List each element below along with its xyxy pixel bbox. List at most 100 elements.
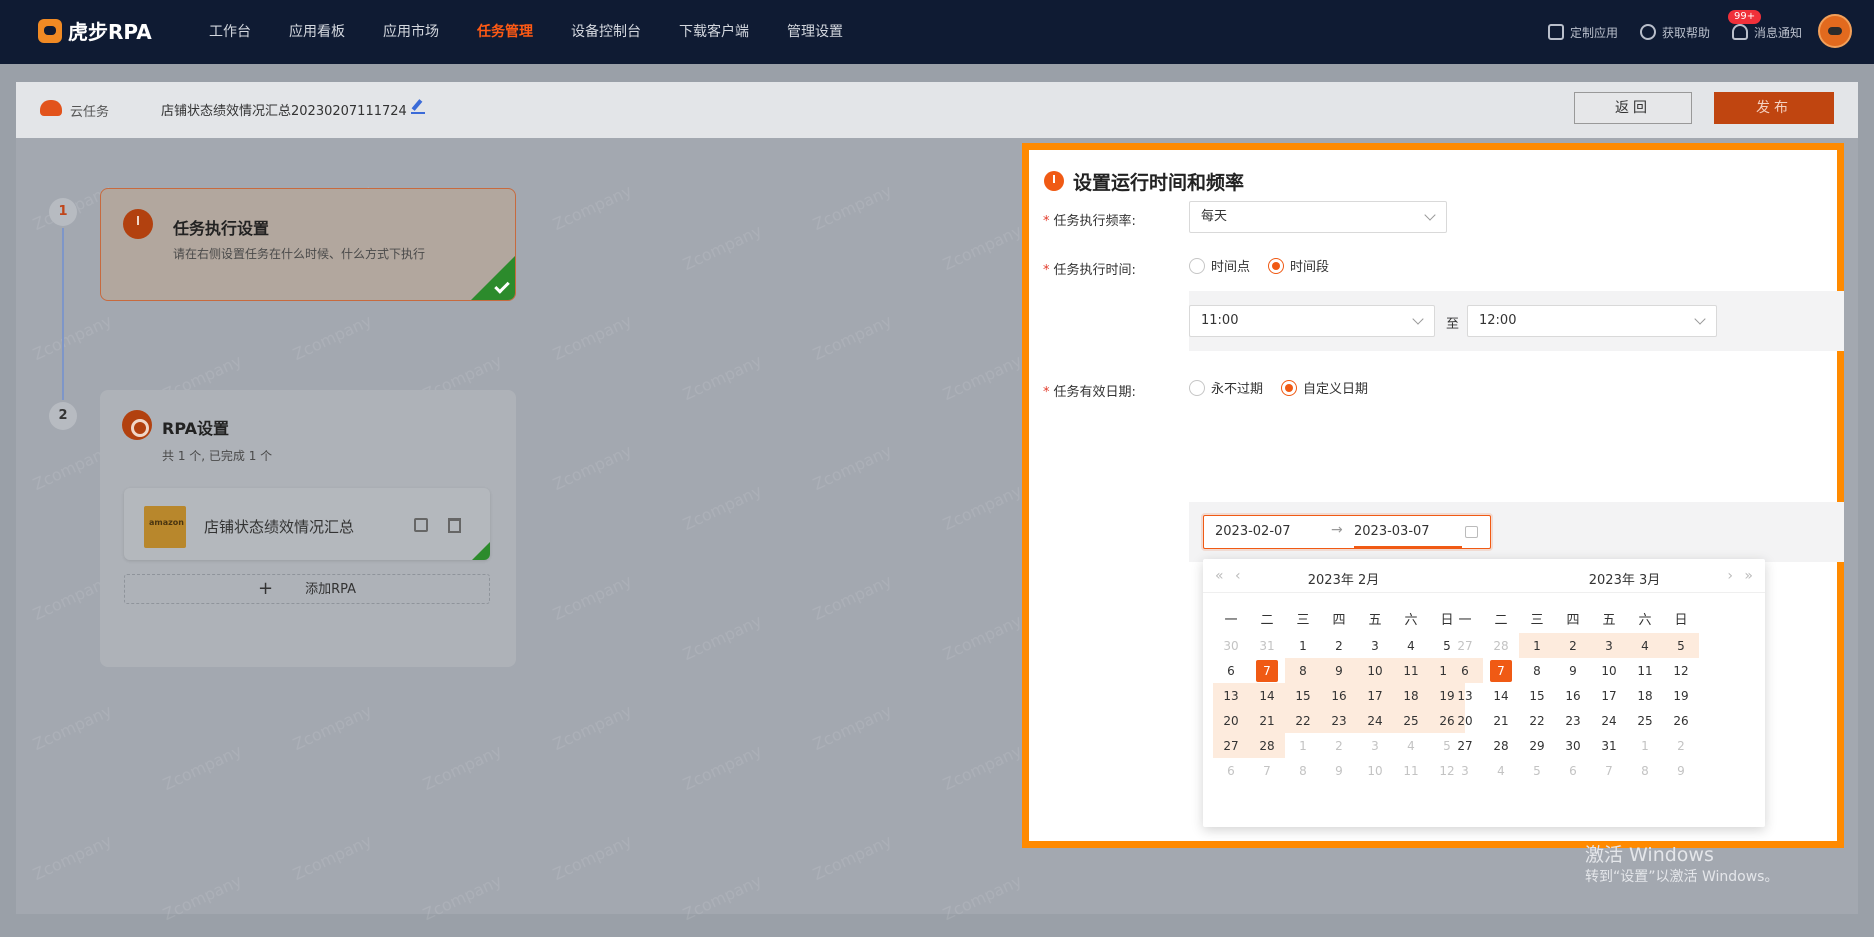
calendar-day[interactable]: 4 [1393,733,1429,758]
calendar-day[interactable]: 24 [1591,708,1627,733]
calendar-day[interactable]: 9 [1321,658,1357,683]
user-avatar[interactable] [1818,14,1852,48]
back-button[interactable]: 返回 [1574,92,1692,124]
calendar-day[interactable]: 1 [1519,633,1555,658]
copy-icon[interactable] [414,518,428,532]
next-year-icon[interactable]: » [1744,568,1753,584]
calendar-day[interactable]: 20 [1447,708,1483,733]
calendar-day[interactable]: 3 [1447,758,1483,783]
nav-item-0[interactable]: 工作台 [190,0,270,64]
calendar-day-selected[interactable]: 7 [1249,658,1285,683]
month-title-feb[interactable]: 2023年 2月 [1203,569,1484,588]
date-range-input[interactable]: 2023-02-07 → 2023-03-07 [1203,515,1491,549]
calendar-day[interactable]: 27 [1213,733,1249,758]
calendar-day[interactable]: 15 [1285,683,1321,708]
nav-item-3[interactable]: 任务管理 [458,0,552,64]
radio-never-expire[interactable]: 永不过期 [1189,378,1263,397]
calendar-day[interactable]: 11 [1393,758,1429,783]
radio-time-range[interactable]: 时间段 [1268,256,1329,275]
calendar-day[interactable]: 4 [1393,633,1429,658]
end-date-input[interactable]: 2023-03-07 [1354,524,1430,539]
calendar-day[interactable]: 5 [1519,758,1555,783]
calendar-day[interactable]: 21 [1249,708,1285,733]
calendar-day[interactable]: 7 [1249,758,1285,783]
nav-item-2[interactable]: 应用市场 [364,0,458,64]
radio-custom-date[interactable]: 自定义日期 [1281,378,1368,397]
calendar-day[interactable]: 28 [1249,733,1285,758]
calendar-day[interactable]: 1 [1285,633,1321,658]
calendar-day[interactable]: 6 [1447,658,1483,683]
calendar-day[interactable]: 24 [1357,708,1393,733]
calendar-day[interactable]: 16 [1321,683,1357,708]
calendar-day[interactable]: 22 [1519,708,1555,733]
publish-button[interactable]: 发布 [1714,92,1834,124]
calendar-day[interactable]: 13 [1213,683,1249,708]
calendar-day[interactable]: 9 [1321,758,1357,783]
calendar-day[interactable]: 12 [1663,658,1699,683]
calendar-day[interactable]: 31 [1591,733,1627,758]
calendar-day[interactable]: 4 [1483,758,1519,783]
calendar-day[interactable]: 6 [1213,758,1249,783]
month-title-mar[interactable]: 2023年 3月 [1484,569,1765,588]
calendar-day[interactable]: 19 [1663,683,1699,708]
edit-pencil-icon[interactable] [411,100,425,114]
radio-time-point[interactable]: 时间点 [1189,256,1250,275]
calendar-day[interactable]: 26 [1663,708,1699,733]
calendar-day[interactable]: 4 [1627,633,1663,658]
add-rpa-button[interactable]: + 添加RPA [124,574,490,604]
custom-app-link[interactable]: 定制应用 [1547,24,1618,41]
calendar-day[interactable]: 3 [1591,633,1627,658]
calendar-day[interactable]: 8 [1285,658,1321,683]
calendar-day[interactable]: 15 [1519,683,1555,708]
nav-item-1[interactable]: 应用看板 [270,0,364,64]
calendar-day[interactable]: 21 [1483,708,1519,733]
calendar-day[interactable]: 11 [1627,658,1663,683]
frequency-select[interactable]: 每天 [1189,201,1447,233]
next-month-icon[interactable]: › [1727,568,1733,584]
calendar-day[interactable]: 23 [1555,708,1591,733]
start-time-select[interactable]: 11:00 [1189,305,1435,337]
calendar-day[interactable]: 7 [1591,758,1627,783]
calendar-day[interactable]: 2 [1321,733,1357,758]
end-time-select[interactable]: 12:00 [1467,305,1717,337]
calendar-day[interactable]: 27 [1447,633,1483,658]
trash-icon[interactable] [448,518,461,533]
calendar-day[interactable]: 2 [1555,633,1591,658]
calendar-day[interactable]: 27 [1447,733,1483,758]
calendar-day[interactable]: 30 [1555,733,1591,758]
calendar-day[interactable]: 14 [1249,683,1285,708]
calendar-day[interactable]: 5 [1663,633,1699,658]
calendar-day[interactable]: 28 [1483,633,1519,658]
calendar-day[interactable]: 3 [1357,733,1393,758]
calendar-day[interactable]: 3 [1357,633,1393,658]
calendar-day[interactable]: 1 [1627,733,1663,758]
calendar-day[interactable]: 16 [1555,683,1591,708]
calendar-day[interactable]: 2 [1663,733,1699,758]
calendar-day[interactable]: 9 [1663,758,1699,783]
calendar-day[interactable]: 13 [1447,683,1483,708]
calendar-day[interactable]: 31 [1249,633,1285,658]
calendar-day-selected[interactable]: 7 [1483,658,1519,683]
calendar-day[interactable]: 8 [1627,758,1663,783]
nav-item-4[interactable]: 设备控制台 [552,0,660,64]
calendar-day[interactable]: 18 [1393,683,1429,708]
calendar-day[interactable]: 11 [1393,658,1429,683]
task-execution-settings-card[interactable]: 任务执行设置 请在右侧设置任务在什么时候、什么方式下执行 [100,188,516,301]
calendar-day[interactable]: 25 [1393,708,1429,733]
calendar-day[interactable]: 25 [1627,708,1663,733]
calendar-day[interactable]: 2 [1321,633,1357,658]
calendar-day[interactable]: 10 [1591,658,1627,683]
brand-logo[interactable]: 虎步RPA [38,16,152,45]
calendar-day[interactable]: 6 [1213,658,1249,683]
calendar-day[interactable]: 20 [1213,708,1249,733]
calendar-day[interactable]: 17 [1357,683,1393,708]
calendar-day[interactable]: 8 [1285,758,1321,783]
help-link[interactable]: 获取帮助 [1639,24,1710,41]
rpa-item[interactable]: amazon 店铺状态绩效情况汇总 [124,488,490,560]
calendar-day[interactable]: 1 [1285,733,1321,758]
nav-item-6[interactable]: 管理设置 [768,0,862,64]
calendar-day[interactable]: 23 [1321,708,1357,733]
calendar-day[interactable]: 17 [1591,683,1627,708]
calendar-day[interactable]: 9 [1555,658,1591,683]
calendar-day[interactable]: 18 [1627,683,1663,708]
